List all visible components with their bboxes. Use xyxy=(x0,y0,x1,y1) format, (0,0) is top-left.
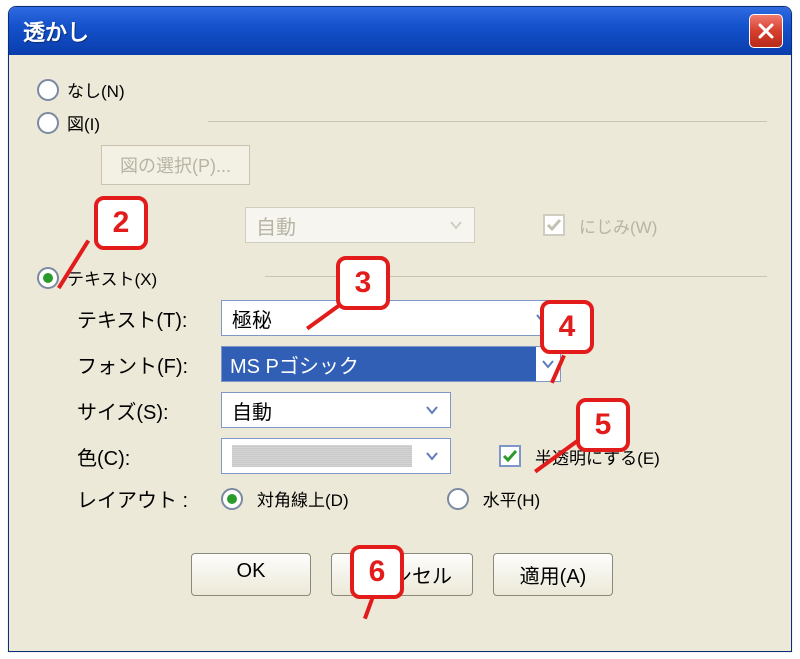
text-field-label: テキスト(T): xyxy=(77,304,207,333)
select-image-button: 図の選択(P)... xyxy=(101,145,250,185)
titlebar: 透かし xyxy=(9,7,791,55)
radio-image-row[interactable]: 図(I) xyxy=(37,110,767,135)
color-swatch xyxy=(232,445,412,467)
image-scale-select: 自動 xyxy=(245,207,475,243)
chevron-down-icon[interactable] xyxy=(420,444,444,468)
text-input[interactable]: 極秘 xyxy=(221,300,561,336)
radio-diagonal-label: 対角線上(D) xyxy=(257,486,349,511)
color-select[interactable] xyxy=(221,438,451,474)
callout-6: 6 xyxy=(350,545,404,599)
size-value: 自動 xyxy=(232,396,272,425)
color-field-label: 色(C): xyxy=(77,442,207,471)
callout-5: 5 xyxy=(576,398,630,452)
radio-text[interactable] xyxy=(37,267,59,289)
radio-none[interactable] xyxy=(37,79,59,101)
chevron-down-icon xyxy=(444,213,468,237)
ok-button[interactable]: OK xyxy=(191,553,311,596)
callout-3: 3 xyxy=(336,256,390,310)
radio-image[interactable] xyxy=(37,112,59,134)
radio-none-row[interactable]: なし(N) xyxy=(37,77,767,102)
close-icon xyxy=(757,22,775,40)
text-value: 極秘 xyxy=(232,304,272,333)
radio-none-label: なし(N) xyxy=(67,77,125,102)
washout-checkbox xyxy=(543,214,565,236)
radio-diagonal[interactable] xyxy=(221,488,243,510)
close-button[interactable] xyxy=(749,14,783,48)
apply-button[interactable]: 適用(A) xyxy=(493,553,613,596)
font-select[interactable]: MS Pゴシック xyxy=(221,346,561,382)
size-field-label: サイズ(S): xyxy=(77,396,207,425)
font-field-label: フォント(F): xyxy=(77,350,207,379)
size-select[interactable]: 自動 xyxy=(221,392,451,428)
image-scale-value: 自動 xyxy=(256,211,296,240)
radio-text-row[interactable]: テキスト(X) xyxy=(37,265,767,290)
divider xyxy=(208,121,767,122)
font-value: MS Pゴシック xyxy=(222,347,536,381)
radio-horizontal[interactable] xyxy=(447,488,469,510)
washout-label: にじみ(W) xyxy=(579,213,657,238)
layout-field-label: レイアウト : xyxy=(77,484,207,513)
dialog-content: なし(N) 図(I) 図の選択(P)... 自動 にじみ(W) テキス xyxy=(9,55,791,608)
callout-4: 4 xyxy=(540,300,594,354)
radio-horizontal-label: 水平(H) xyxy=(483,486,541,511)
semitransparent-checkbox[interactable] xyxy=(499,445,521,467)
radio-image-label: 図(I) xyxy=(67,110,100,135)
callout-2: 2 xyxy=(94,196,148,250)
radio-text-label: テキスト(X) xyxy=(67,265,157,290)
window-title: 透かし xyxy=(23,15,89,47)
chevron-down-icon[interactable] xyxy=(420,398,444,422)
